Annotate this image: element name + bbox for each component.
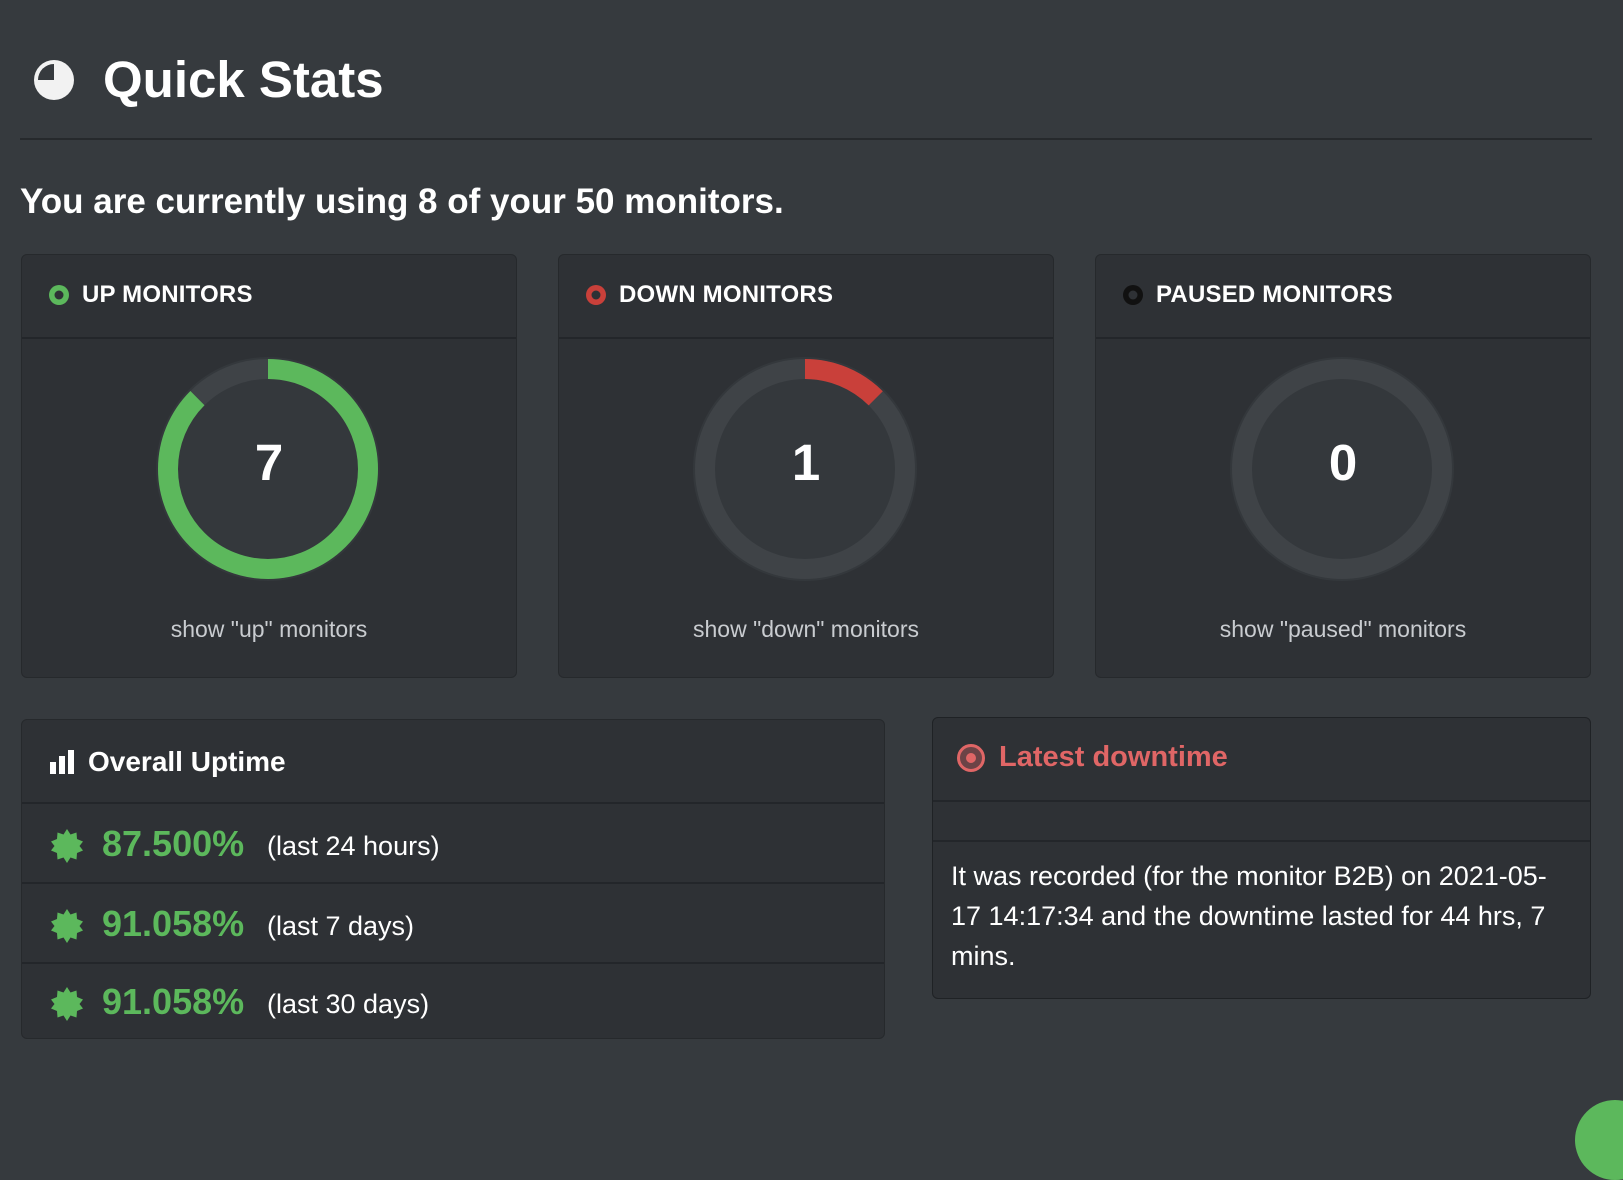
page-title: Quick Stats bbox=[103, 51, 384, 108]
bar-chart-icon bbox=[50, 750, 74, 774]
certificate-badge-icon bbox=[51, 987, 83, 1021]
up-monitors-card: UP MONITORS 7 show "up" monitors bbox=[21, 254, 517, 678]
chat-launcher-button[interactable] bbox=[1575, 1100, 1623, 1180]
up-monitors-count: 7 bbox=[254, 434, 284, 491]
down-monitors-card: DOWN MONITORS 1 show "down" monitors bbox=[558, 254, 1054, 678]
uptime-percentage: 91.058% bbox=[102, 903, 245, 944]
paused-monitors-label: PAUSED MONITORS bbox=[1156, 281, 1393, 308]
up-monitors-label: UP MONITORS bbox=[82, 281, 253, 308]
card-header: UP MONITORS bbox=[22, 255, 516, 339]
quick-stats-header: Quick Stats bbox=[20, 40, 1592, 140]
certificate-badge-icon bbox=[51, 909, 83, 943]
uptime-row: 91.058% (last 30 days) bbox=[22, 962, 884, 1040]
uptime-period: (last 7 days) bbox=[267, 911, 415, 941]
show-paused-monitors-link[interactable]: show "paused" monitors bbox=[1096, 613, 1590, 645]
card-header: Overall Uptime bbox=[22, 720, 884, 804]
up-status-dot-icon bbox=[49, 285, 69, 305]
card-header: Latest downtime bbox=[933, 718, 1590, 802]
certificate-badge-icon bbox=[51, 829, 83, 863]
latest-downtime-description: It was recorded (for the monitor B2B) on… bbox=[951, 861, 1547, 971]
uptime-row: 87.500% (last 24 hours) bbox=[22, 804, 884, 884]
divider bbox=[933, 800, 1590, 842]
paused-monitors-card: PAUSED MONITORS 0 show "paused" monitors bbox=[1095, 254, 1591, 678]
record-icon bbox=[957, 744, 985, 772]
paused-monitors-count: 0 bbox=[1328, 434, 1358, 491]
show-up-monitors-link[interactable]: show "up" monitors bbox=[22, 613, 516, 645]
overall-uptime-card: Overall Uptime 87.500% (last 24 hours) 9… bbox=[21, 719, 885, 1039]
monitor-usage-text: You are currently using 8 of your 50 mon… bbox=[20, 182, 784, 221]
uptime-period: (last 30 days) bbox=[267, 989, 430, 1019]
down-monitors-count: 1 bbox=[791, 434, 821, 491]
paused-status-dot-icon bbox=[1123, 285, 1143, 305]
uptime-percentage: 87.500% bbox=[102, 823, 245, 864]
down-status-dot-icon bbox=[586, 285, 606, 305]
uptime-percentage: 91.058% bbox=[102, 981, 245, 1022]
card-header: DOWN MONITORS bbox=[559, 255, 1053, 339]
overall-uptime-title: Overall Uptime bbox=[88, 746, 286, 777]
latest-downtime-title: Latest downtime bbox=[999, 741, 1228, 773]
down-monitors-label: DOWN MONITORS bbox=[619, 281, 834, 308]
uptime-row: 91.058% (last 7 days) bbox=[22, 884, 884, 964]
show-down-monitors-link[interactable]: show "down" monitors bbox=[559, 613, 1053, 645]
uptime-period: (last 24 hours) bbox=[267, 831, 440, 861]
card-header: PAUSED MONITORS bbox=[1096, 255, 1590, 339]
latest-downtime-card: Latest downtime It was recorded (for the… bbox=[932, 717, 1591, 999]
pie-chart-icon bbox=[34, 60, 74, 100]
